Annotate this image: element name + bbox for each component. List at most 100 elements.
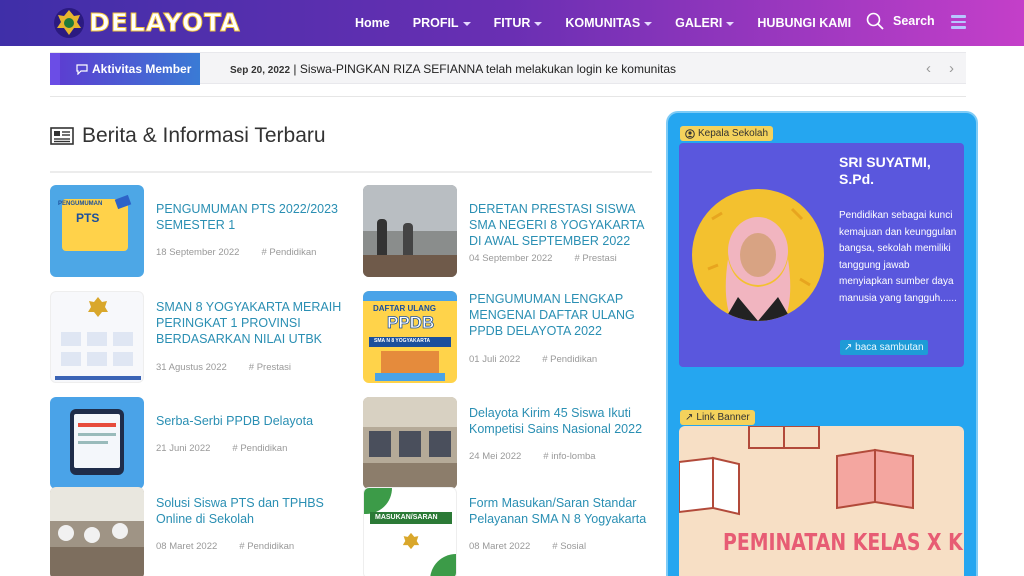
link-banner-badge: ↗ Link Banner — [680, 410, 755, 425]
promo-banner[interactable]: PEMINATAN KELAS X KE KELAS XI — [679, 426, 964, 576]
principal-badge: Kepala Sekolah — [680, 126, 774, 141]
chevron-down-icon — [726, 22, 735, 26]
news-tag[interactable]: # info-lomba — [543, 451, 595, 462]
nav-fitur[interactable]: FITUR — [494, 16, 543, 30]
nav-home[interactable]: Home — [355, 16, 390, 30]
activity-message[interactable]: Sep 20, 2022 | Siswa-PINGKAN RIZA SEFIAN… — [230, 62, 676, 76]
chevron-right-icon[interactable]: › — [949, 60, 954, 77]
news-meta: 04 September 2022 # Prestasi — [469, 253, 617, 264]
news-title-link[interactable]: SMAN 8 YOGYAKARTA MERAIH PERINGKAT 1 PRO… — [156, 299, 346, 347]
news-meta: 01 Juli 2022 # Pendidikan — [469, 354, 597, 365]
user-circle-icon — [685, 128, 695, 139]
read-welcome-label: baca sambutan — [855, 342, 924, 353]
news-date: 31 Agustus 2022 — [156, 362, 227, 373]
thumb-text: PTS — [76, 211, 100, 225]
principal-badge-label: Kepala Sekolah — [698, 128, 769, 139]
news-title-link[interactable]: DERETAN PRESTASI SISWA SMA NEGERI 8 YOGY… — [469, 201, 659, 249]
nav-profil-label: PROFIL — [412, 16, 459, 30]
news-thumbnail[interactable]: MASUKAN/SARAN — [363, 487, 457, 576]
search-button[interactable]: Search — [866, 12, 935, 30]
news-date: 21 Juni 2022 — [156, 443, 211, 454]
news-date: 04 September 2022 — [469, 253, 553, 264]
nav-galeri[interactable]: GALERI — [675, 16, 735, 30]
chevron-down-icon — [644, 22, 653, 26]
news-date: 24 Mei 2022 — [469, 451, 522, 462]
external-link-icon: ↗ — [685, 412, 694, 423]
nav-komunitas-label: KOMUNITAS — [565, 16, 641, 30]
activity-date: Sep 20, 2022 — [230, 65, 291, 76]
news-title-link[interactable]: PENGUMUMAN LENGKAP MENGENAI DAFTAR ULANG… — [469, 291, 659, 339]
nav-hubungi-label: HUBUNGI KAMI — [757, 16, 852, 30]
news-date: 08 Maret 2022 — [469, 541, 531, 552]
activity-ticker: Aktivitas Member Sep 20, 2022 | Siswa-PI… — [50, 52, 966, 85]
news-item: MASUKAN/SARAN Form Masukan/Saran Standar… — [363, 487, 663, 576]
nav-profil[interactable]: PROFIL — [413, 16, 471, 30]
news-title-link[interactable]: Delayota Kirim 45 Siswa Ikuti Kompetisi … — [469, 405, 659, 437]
news-title-link[interactable]: Form Masukan/Saran Standar Pelayanan SMA… — [469, 495, 659, 527]
activity-label-text: Aktivitas Member — [92, 62, 192, 76]
news-thumbnail[interactable] — [50, 397, 144, 489]
news-item: Serba-Serbi PPDB Delayota 21 Juni 2022 #… — [50, 397, 350, 489]
top-navbar: DELAYOTA Home PROFIL FITUR KOMUNITAS GAL… — [0, 0, 1024, 46]
news-meta: 08 Maret 2022 # Sosial — [469, 541, 586, 552]
chevron-left-icon[interactable]: ‹ — [926, 60, 931, 77]
news-section-title: Berita & Informasi Terbaru — [50, 124, 326, 148]
principal-photo — [692, 189, 824, 321]
news-date: 08 Maret 2022 — [156, 541, 218, 552]
news-meta: 24 Mei 2022 # info-lomba — [469, 451, 596, 462]
news-thumbnail[interactable]: PENGUMUMAN PTS — [50, 185, 144, 277]
brand-logo-text[interactable]: DELAYOTA — [89, 8, 241, 38]
news-tag[interactable]: # Pendidikan — [232, 443, 287, 454]
news-thumbnail[interactable]: DAFTAR ULANG PPDB SMA N 8 YOGYAKARTA — [363, 291, 457, 383]
thumb-text: DAFTAR ULANG — [373, 304, 436, 313]
nav-hubungi-kami[interactable]: HUBUNGI KAMI — [757, 16, 851, 30]
news-tag[interactable]: # Prestasi — [574, 253, 616, 264]
news-meta: 18 September 2022 # Pendidikan — [156, 247, 316, 258]
banner-text: PEMINATAN KELAS X KE KELAS XI — [723, 530, 964, 556]
thumb-text: PENGUMUMAN — [58, 201, 103, 207]
news-tag[interactable]: # Pendidikan — [542, 354, 597, 365]
news-meta: 21 Juni 2022 # Pendidikan — [156, 443, 287, 454]
news-tag[interactable]: # Sosial — [552, 541, 586, 552]
news-thumbnail[interactable] — [50, 291, 144, 383]
nav-galeri-label: GALERI — [675, 16, 723, 30]
news-tag[interactable]: # Pendidikan — [239, 541, 294, 552]
hamburger-menu-icon[interactable] — [951, 15, 966, 29]
news-title-link[interactable]: PENGUMUMAN PTS 2022/2023 SEMESTER 1 — [156, 201, 346, 233]
news-date: 18 September 2022 — [156, 247, 240, 258]
ticker-controls: ‹ › — [908, 60, 954, 77]
news-title-link[interactable]: Solusi Siswa PTS dan TPHBS Online di Sek… — [156, 495, 346, 527]
news-item: SMAN 8 YOGYAKARTA MERAIH PERINGKAT 1 PRO… — [50, 291, 350, 383]
news-meta: 08 Maret 2022 # Pendidikan — [156, 541, 294, 552]
news-tag[interactable]: # Pendidikan — [261, 247, 316, 258]
thumb-text: PPDB — [387, 313, 435, 333]
nav-fitur-label: FITUR — [493, 16, 531, 30]
external-link-icon: ↗ — [844, 342, 853, 353]
news-meta: 31 Agustus 2022 # Prestasi — [156, 362, 291, 373]
news-date: 01 Juli 2022 — [469, 354, 521, 365]
main-nav: Home PROFIL FITUR KOMUNITAS GALERI HUBUN… — [355, 0, 874, 46]
nav-komunitas[interactable]: KOMUNITAS — [565, 16, 653, 30]
nav-home-label: Home — [355, 16, 390, 30]
chevron-down-icon — [462, 22, 471, 26]
activity-text: | Siswa-PINGKAN RIZA SEFIANNA telah mela… — [293, 62, 676, 76]
news-item: DERETAN PRESTASI SISWA SMA NEGERI 8 YOGY… — [363, 185, 663, 277]
news-thumbnail[interactable] — [50, 487, 144, 576]
news-tag[interactable]: # Prestasi — [249, 362, 291, 373]
news-section-heading: Berita & Informasi Terbaru — [82, 124, 326, 147]
school-emblem-icon — [402, 532, 420, 550]
read-welcome-button[interactable]: ↗ baca sambutan — [840, 340, 928, 355]
chat-icon — [76, 63, 88, 75]
news-title-link[interactable]: Serba-Serbi PPDB Delayota — [156, 413, 346, 429]
school-emblem-icon — [88, 297, 108, 317]
news-thumbnail[interactable] — [363, 185, 457, 277]
news-thumbnail[interactable] — [363, 397, 457, 489]
school-emblem-icon[interactable] — [52, 6, 86, 40]
news-item: PENGUMUMAN PTS PENGUMUMAN PTS 2022/2023 … — [50, 185, 350, 277]
link-banner-label: Link Banner — [696, 412, 750, 423]
section-rule — [50, 171, 652, 173]
divider — [50, 96, 966, 97]
search-icon — [866, 12, 884, 30]
principal-name: SRI SUYATMI, S.Pd. — [839, 154, 931, 187]
thumb-text: MASUKAN/SARAN — [375, 514, 438, 521]
